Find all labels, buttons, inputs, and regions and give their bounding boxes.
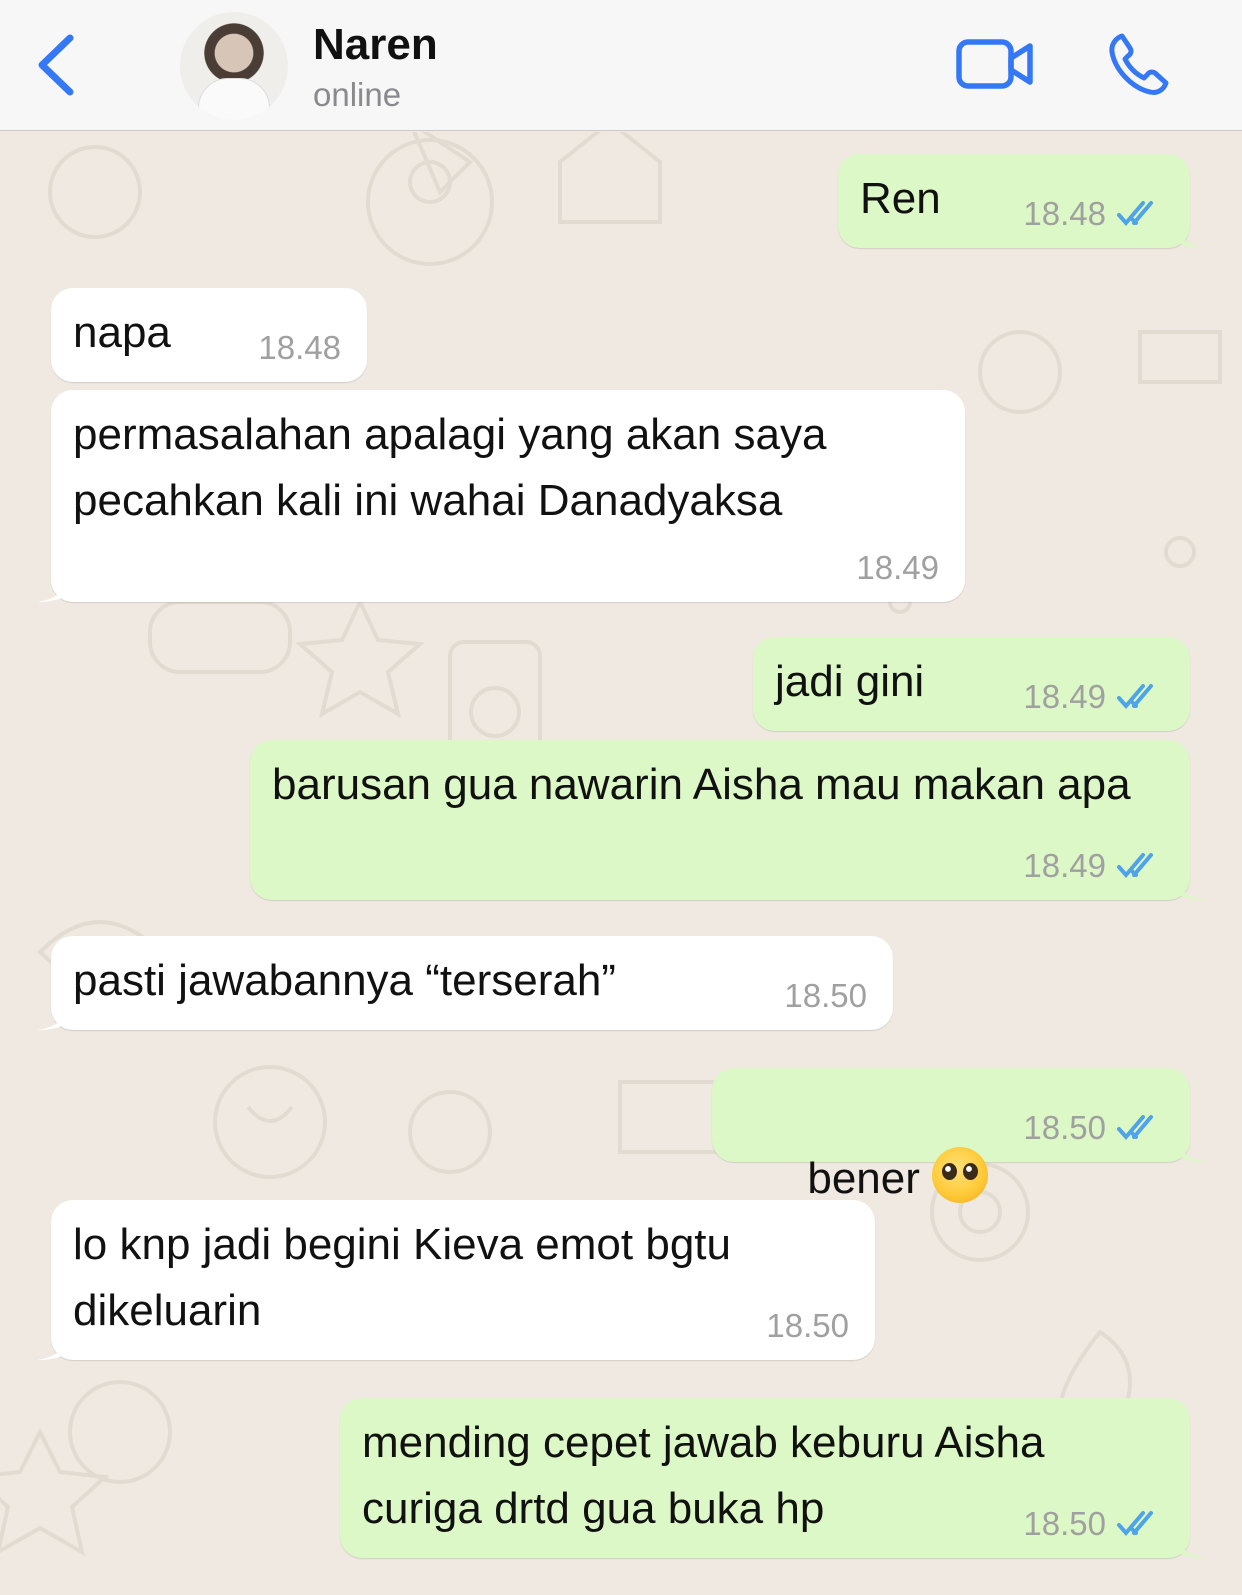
- message-meta: 18.50: [1023, 1504, 1164, 1544]
- message-time: 18.50: [766, 1307, 849, 1344]
- chevron-left-icon: [38, 34, 74, 96]
- message-text: lo knp jadi begini Kieva emot bgtu dikel…: [73, 1220, 731, 1335]
- message-meta: 18.49: [1023, 846, 1164, 886]
- message-meta: 18.49: [1023, 677, 1164, 717]
- message-text: Ren: [860, 174, 941, 223]
- message-text: permasalahan apalagi yang akan saya peca…: [73, 410, 827, 525]
- message-time: 18.50: [1023, 1109, 1106, 1146]
- double-check-icon: [1117, 1115, 1153, 1141]
- message-bubble-incoming[interactable]: pasti jawabannya “terserah” 18.50: [37, 936, 893, 1030]
- message-time: 18.50: [1023, 1505, 1106, 1542]
- message-meta: 18.49: [856, 548, 939, 588]
- message-time: 18.48: [258, 329, 341, 366]
- message-text: barusan gua nawarin Aisha mau makan apa: [272, 760, 1131, 809]
- message-text: jadi gini: [775, 657, 925, 706]
- voice-call-button[interactable]: [1108, 32, 1170, 96]
- video-camera-icon: [956, 39, 1033, 89]
- bubble-tail: [37, 1000, 71, 1030]
- message-meta: 18.50: [784, 976, 867, 1016]
- message-time: 18.49: [856, 549, 939, 586]
- message-time: 18.49: [1023, 847, 1106, 884]
- chat-area[interactable]: Ren 18.48 napa 18.48 permasalahan apalag…: [0, 132, 1242, 1595]
- bubble-tail: [1172, 218, 1206, 248]
- avatar[interactable]: [180, 12, 288, 120]
- message-text: bener: [807, 1154, 920, 1203]
- bubble-tail: [1172, 1132, 1206, 1162]
- message-meta: 18.48: [258, 328, 341, 368]
- double-check-icon: [1117, 853, 1153, 879]
- message-time: 18.49: [1023, 678, 1106, 715]
- message-bubble-incoming[interactable]: lo knp jadi begini Kieva emot bgtu dikel…: [37, 1200, 875, 1360]
- bubble-tail: [1172, 870, 1206, 900]
- message-bubble-outgoing[interactable]: Ren 18.48: [838, 154, 1206, 248]
- message-text: pasti jawabannya “terserah”: [73, 956, 616, 1005]
- message-meta: 18.50: [766, 1306, 849, 1346]
- message-bubble-outgoing[interactable]: jadi gini 18.49: [753, 637, 1190, 731]
- message-bubble-outgoing[interactable]: mending cepet jawab keburu Aisha curiga …: [340, 1398, 1206, 1558]
- video-call-button[interactable]: [955, 36, 1035, 92]
- contact-status: online: [313, 76, 402, 113]
- contact-name[interactable]: Naren: [313, 20, 438, 70]
- message-text: napa: [73, 308, 171, 357]
- message-bubble-incoming[interactable]: napa 18.48: [51, 288, 367, 382]
- double-check-icon: [1117, 684, 1153, 710]
- message-bubble-outgoing[interactable]: bener 18.50: [712, 1068, 1206, 1203]
- message-bubble-outgoing[interactable]: barusan gua nawarin Aisha mau makan apa …: [250, 740, 1206, 900]
- bubble-tail: [37, 1330, 71, 1360]
- message-meta: 18.48: [1023, 194, 1164, 234]
- bubble-tail: [37, 572, 71, 602]
- bubble-tail: [1172, 1528, 1206, 1558]
- message-time: 18.48: [1023, 195, 1106, 232]
- message-bubble-incoming[interactable]: permasalahan apalagi yang akan saya peca…: [37, 390, 965, 602]
- double-check-icon: [1117, 1511, 1153, 1537]
- back-button[interactable]: [30, 30, 90, 100]
- double-check-icon: [1117, 201, 1153, 227]
- chat-header: Naren online: [0, 0, 1242, 131]
- message-time: 18.50: [784, 977, 867, 1014]
- pleading-face-emoji: [931, 1147, 988, 1203]
- phone-icon: [1109, 33, 1169, 95]
- message-meta: 18.50: [1023, 1108, 1164, 1148]
